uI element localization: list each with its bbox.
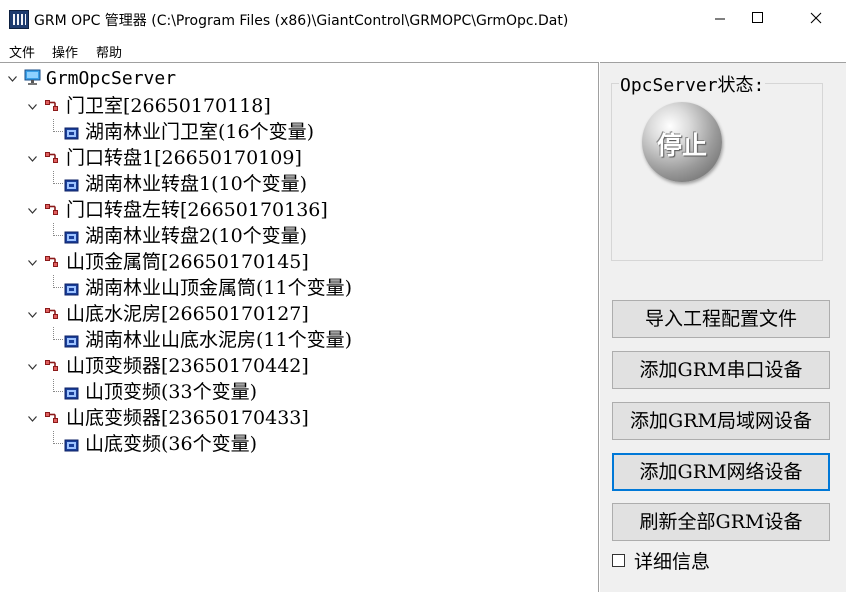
- collapse-icon[interactable]: [28, 364, 37, 370]
- device-tree[interactable]: GrmOpcServer 门卫室[26650170118] 湖南林业门卫室(16个…: [0, 62, 599, 592]
- tree-variable-node[interactable]: 山顶变频(33个变量): [0, 379, 597, 405]
- variable-group-label: 湖南林业转盘2(10个变量): [85, 225, 308, 247]
- tree-device-node[interactable]: 山底水泥房[26650170127]: [0, 301, 597, 327]
- add-lan-device-button[interactable]: 添加GRM局域网设备: [612, 402, 830, 440]
- collapse-icon[interactable]: [28, 104, 37, 110]
- device-label: 山底变频器[23650170433]: [66, 407, 309, 429]
- collapse-icon[interactable]: [28, 312, 37, 318]
- status-group: 停止: [611, 83, 823, 261]
- collapse-icon[interactable]: [28, 260, 37, 266]
- device-icon: [44, 254, 61, 273]
- tree-connector-line: [53, 379, 63, 392]
- variable-group-icon: [64, 385, 79, 404]
- collapse-icon[interactable]: [28, 156, 37, 162]
- tree-variable-node[interactable]: 湖南林业山底水泥房(11个变量): [0, 327, 597, 353]
- tree-variable-node[interactable]: 湖南林业山顶金属筒(11个变量): [0, 275, 597, 301]
- tree-connector-line: [53, 119, 63, 132]
- variable-group-icon: [64, 281, 79, 300]
- variable-group-label: 湖南林业门卫室(16个变量): [85, 121, 315, 143]
- tree-device-node[interactable]: 山顶变频器[23650170442]: [0, 353, 597, 379]
- tree-connector-line: [53, 275, 63, 288]
- maximize-icon: [752, 12, 763, 23]
- device-label: 山底水泥房[26650170127]: [66, 303, 309, 325]
- tree-variable-node[interactable]: 湖南林业门卫室(16个变量): [0, 119, 597, 145]
- import-config-button[interactable]: 导入工程配置文件: [612, 300, 830, 338]
- collapse-icon[interactable]: [28, 416, 37, 422]
- tree-connector-line: [53, 223, 63, 236]
- status-group-title: OpcServer状态:: [619, 71, 766, 97]
- variable-group-icon: [64, 125, 79, 144]
- device-label: 门口转盘1[26650170109]: [66, 147, 302, 169]
- close-button[interactable]: [792, 0, 838, 38]
- refresh-all-devices-button[interactable]: 刷新全部GRM设备: [612, 503, 830, 541]
- device-icon: [44, 150, 61, 169]
- menu-operate[interactable]: 操作: [52, 42, 78, 61]
- device-label: 山顶金属筒[26650170145]: [66, 251, 309, 273]
- details-label: 详细信息: [634, 551, 711, 573]
- maximize-button[interactable]: [735, 0, 781, 38]
- tree-root-node[interactable]: GrmOpcServer: [0, 63, 597, 93]
- variable-group-label: 湖南林业山底水泥房(11个变量): [85, 329, 353, 351]
- menu-help[interactable]: 帮助: [96, 42, 122, 61]
- add-network-device-button[interactable]: 添加GRM网络设备: [612, 453, 830, 491]
- tree-connector-line: [53, 431, 63, 444]
- title-bar: GRM OPC 管理器 (C:\Program Files (x86)\Gian…: [0, 0, 846, 38]
- tree-device-node[interactable]: 门口转盘1[26650170109]: [0, 145, 597, 171]
- device-icon: [44, 410, 61, 429]
- variable-group-label: 湖南林业山顶金属筒(11个变量): [85, 277, 353, 299]
- menu-bar: 文件 操作 帮助: [0, 38, 846, 62]
- device-icon: [44, 306, 61, 325]
- app-icon: [9, 10, 29, 29]
- device-label: 山顶变频器[23650170442]: [66, 355, 309, 377]
- tree-variable-node[interactable]: 湖南林业转盘1(10个变量): [0, 171, 597, 197]
- tree-connector-line: [53, 171, 63, 184]
- variable-group-label: 山底变频(36个变量): [85, 433, 258, 455]
- details-checkbox[interactable]: [612, 554, 625, 567]
- device-icon: [44, 98, 61, 117]
- add-serial-device-button[interactable]: 添加GRM串口设备: [612, 351, 830, 389]
- window-title: GRM OPC 管理器 (C:\Program Files (x86)\Gian…: [34, 13, 569, 29]
- device-icon: [44, 202, 61, 221]
- device-label: 门口转盘左转[26650170136]: [66, 199, 328, 221]
- close-icon: [810, 12, 822, 24]
- tree-variable-node[interactable]: 湖南林业转盘2(10个变量): [0, 223, 597, 249]
- variable-group-icon: [64, 437, 79, 456]
- tree-device-node[interactable]: 门口转盘左转[26650170136]: [0, 197, 597, 223]
- tree-device-node[interactable]: 山顶金属筒[26650170145]: [0, 249, 597, 275]
- tree-root-label: GrmOpcServer: [46, 68, 177, 89]
- collapse-icon[interactable]: [8, 76, 17, 82]
- server-status-text: 停止: [656, 131, 707, 160]
- variable-group-icon: [64, 229, 79, 248]
- server-status-lamp: 停止: [642, 102, 722, 182]
- tree-variable-node[interactable]: 山底变频(36个变量): [0, 431, 597, 457]
- tree-connector-line: [53, 327, 63, 340]
- control-panel: OpcServer状态: 停止 导入工程配置文件 添加GRM串口设备 添加GRM…: [600, 62, 846, 592]
- variable-group-icon: [64, 333, 79, 352]
- variable-group-label: 湖南林业转盘1(10个变量): [85, 173, 308, 195]
- collapse-icon[interactable]: [28, 208, 37, 214]
- variable-group-label: 山顶变频(33个变量): [85, 381, 258, 403]
- variable-group-icon: [64, 177, 79, 196]
- device-label: 门卫室[26650170118]: [66, 95, 271, 117]
- tree-device-node[interactable]: 山底变频器[23650170433]: [0, 405, 597, 431]
- tree-device-node[interactable]: 门卫室[26650170118]: [0, 93, 597, 119]
- menu-file[interactable]: 文件: [9, 42, 35, 61]
- server-computer-icon: [24, 69, 41, 85]
- device-icon: [44, 358, 61, 377]
